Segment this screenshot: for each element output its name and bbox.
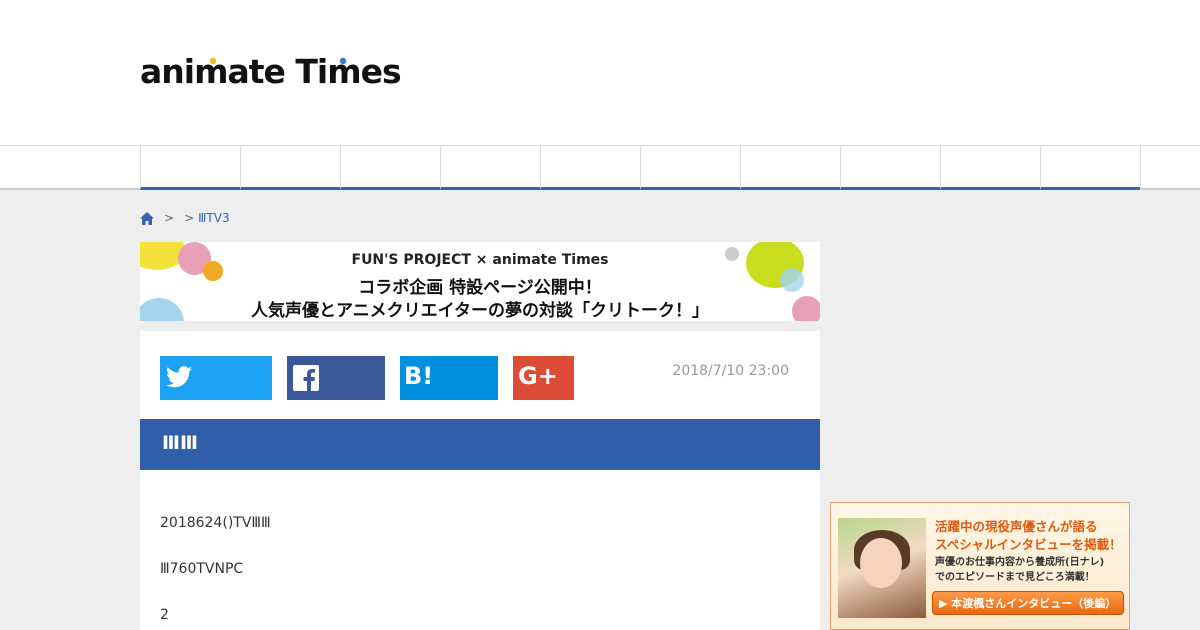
publish-date: 2018/7/10 23:00 — [672, 363, 789, 379]
article-paragraph: 2 — [160, 607, 169, 623]
banner-subheadline: 人気声優とアニメクリエイターの夢の対談「クリトーク！」 — [251, 301, 709, 321]
hatena-bookmark-icon: B! — [404, 362, 434, 390]
logo-text-mate-t: mate T — [194, 52, 318, 91]
site-header: animate Times — [0, 0, 1200, 145]
nav-item-10[interactable] — [1040, 146, 1140, 190]
ad-headline-line1: 活躍中の現役声優さんが語る — [935, 519, 1098, 534]
breadcrumb-separator: > — [184, 211, 195, 225]
nav-item-6[interactable] — [640, 146, 740, 190]
article-title: ⅢⅢ — [162, 432, 198, 454]
twitter-share-button[interactable] — [160, 356, 272, 400]
nav-item-1[interactable] — [140, 146, 240, 190]
banner-headline: コラボ企画 特設ページ公開中！ — [358, 278, 602, 298]
collab-banner[interactable]: FUN'S PROJECT × animate Times コラボ企画 特設ペー… — [140, 242, 820, 321]
logo-text-i2: i — [316, 52, 328, 91]
home-icon[interactable] — [140, 211, 154, 225]
ad-subtext-line1: 声優のお仕事内容から養成所(日ナレ) — [935, 557, 1105, 568]
nav-item-9[interactable] — [940, 146, 1040, 190]
nav-item-2[interactable] — [240, 146, 340, 190]
nav-item-5[interactable] — [540, 146, 640, 190]
article-card: B! G+ 2018/7/10 23:00 ⅢⅢ 2018624()TVⅢⅢ Ⅲ… — [140, 331, 820, 630]
article-paragraph: 2018624()TVⅢⅢ — [160, 515, 271, 531]
twitter-icon — [166, 366, 192, 388]
logo-text-i: i — [183, 52, 195, 91]
nav-item-4[interactable] — [440, 146, 540, 190]
ad-photo — [838, 518, 926, 618]
nav-item-more[interactable] — [1140, 146, 1200, 190]
sidebar-ad-banner[interactable]: 活躍中の現役声優さんが語る スペシャルインタビューを掲載！ 声優のお仕事内容から… — [830, 502, 1130, 630]
ad-subtext-line2: でのエピソードまで見どころ満載！ — [935, 572, 1095, 583]
nav-item-8[interactable] — [840, 146, 940, 190]
ad-photo-face — [860, 538, 902, 588]
ad-subtext: 声優のお仕事内容から養成所(日ナレ) でのエピソードまで見どころ満載！ — [935, 555, 1104, 585]
google-plus-share-button[interactable]: G+ — [513, 356, 574, 400]
ad-interview-button[interactable]: ▶ 本渡楓さんインタビュー（後編） — [932, 591, 1124, 615]
google-plus-icon: G+ — [518, 362, 558, 390]
site-logo[interactable]: animate Times — [140, 52, 402, 92]
banner-brand: FUN'S PROJECT × animate Times — [351, 252, 609, 268]
logo-text-mes: mes — [327, 52, 401, 91]
global-nav — [0, 145, 1200, 190]
nav-item-3[interactable] — [340, 146, 440, 190]
breadcrumb: > > ⅢTV3 — [140, 209, 230, 227]
facebook-share-button[interactable] — [287, 356, 385, 400]
ad-headline-line2: スペシャルインタビューを掲載！ — [935, 537, 1122, 552]
article-title-bar: ⅢⅢ — [140, 419, 820, 470]
ad-headline: 活躍中の現役声優さんが語る スペシャルインタビューを掲載！ — [935, 518, 1122, 554]
breadcrumb-separator: > — [164, 211, 175, 225]
article-paragraph: Ⅲ760TVNPC — [160, 561, 244, 577]
hatena-bookmark-button[interactable]: B! — [400, 356, 498, 400]
facebook-icon — [293, 365, 319, 391]
nav-item-7[interactable] — [740, 146, 840, 190]
breadcrumb-current[interactable]: ⅢTV3 — [198, 211, 229, 225]
logo-text-an: an — [140, 52, 185, 91]
